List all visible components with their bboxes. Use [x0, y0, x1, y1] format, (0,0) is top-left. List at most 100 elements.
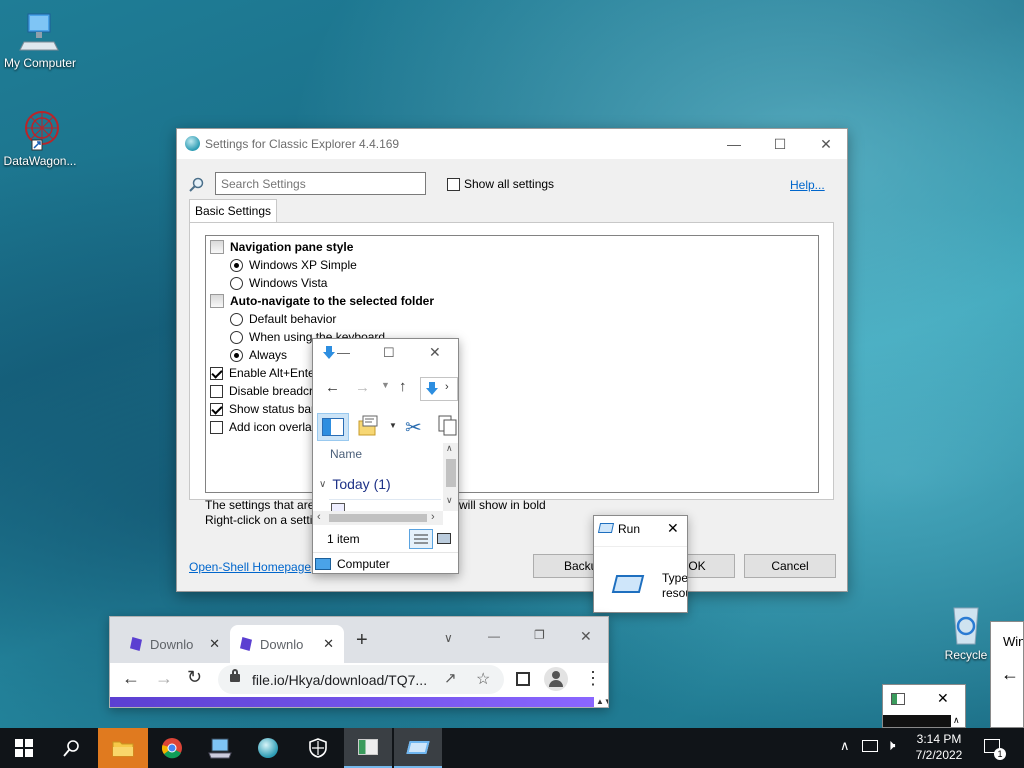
- close-button[interactable]: ✕: [429, 344, 441, 361]
- network-icon[interactable]: [862, 740, 878, 752]
- show-all-settings-checkbox[interactable]: Show all settings: [447, 177, 554, 191]
- scroll-up-icon: ∧: [446, 443, 453, 453]
- minimize-button[interactable]: —: [711, 129, 757, 159]
- location-download-icon[interactable]: ›: [420, 377, 458, 401]
- chrome-button[interactable]: [148, 728, 196, 768]
- desktop-icon-datawagon[interactable]: DataWagon...: [0, 108, 80, 168]
- group-title: Navigation pane style: [230, 240, 354, 254]
- radio-option[interactable]: Default behavior: [230, 310, 336, 328]
- checkbox-option[interactable]: Enable Alt+Ente: [210, 364, 315, 382]
- option-label: Windows Vista: [249, 276, 328, 290]
- settings-list[interactable]: Navigation pane style Windows XP Simple …: [205, 235, 819, 493]
- show-hidden-icons-chevron-icon[interactable]: ∧: [840, 738, 850, 754]
- restore-button[interactable]: ❐: [534, 628, 545, 642]
- back-arrow-icon[interactable]: ←: [1001, 664, 1019, 685]
- cancel-button[interactable]: Cancel: [744, 554, 836, 578]
- search-input[interactable]: [215, 172, 426, 195]
- group-title: Auto-navigate to the selected folder: [230, 294, 435, 308]
- navigation-pane-icon[interactable]: [317, 413, 349, 441]
- tab-close-icon[interactable]: ✕: [323, 636, 334, 652]
- page-loading-bar: [110, 697, 594, 707]
- open-shell-button[interactable]: [244, 728, 292, 768]
- security-button[interactable]: [294, 728, 342, 768]
- settings-app-button[interactable]: [344, 728, 392, 768]
- folder-icon: [112, 741, 134, 757]
- back-arrow-icon[interactable]: ←: [325, 379, 340, 396]
- vertical-scrollbar[interactable]: ∧ ∨: [443, 443, 458, 511]
- nav-item-computer[interactable]: Computer: [313, 552, 458, 573]
- file-explorer-button[interactable]: [98, 728, 148, 768]
- checkbox-option[interactable]: Disable breadcr: [210, 382, 313, 400]
- scroll-thumb[interactable]: [329, 514, 427, 522]
- remote-desktop-button[interactable]: [196, 728, 244, 768]
- share-icon[interactable]: ↗: [444, 669, 457, 687]
- close-button[interactable]: ✕: [580, 628, 592, 645]
- option-label: Disable breadcr: [229, 384, 314, 398]
- tab-basic-settings[interactable]: Basic Settings: [189, 199, 277, 222]
- chevron-down-icon[interactable]: ▼: [381, 380, 390, 390]
- shell-icon: [258, 738, 278, 758]
- column-header-name[interactable]: Name: [330, 447, 362, 461]
- explorer-titlebar[interactable]: — ☐ ✕: [313, 339, 458, 369]
- chrome-tab-active[interactable]: Downlo ✕: [230, 625, 344, 663]
- scroll-down-icon[interactable]: ▲▼: [596, 697, 608, 706]
- scroll-down-icon: ∨: [446, 495, 453, 505]
- chrome-tab[interactable]: Downlo ✕: [120, 625, 230, 663]
- new-tab-icon[interactable]: +: [356, 629, 368, 652]
- help-link[interactable]: Help...: [790, 178, 825, 192]
- checkbox-option[interactable]: Show status bar: [210, 400, 315, 418]
- tab-close-icon[interactable]: ✕: [209, 636, 220, 652]
- homepage-link[interactable]: Open-Shell Homepage: [189, 560, 311, 574]
- close-button[interactable]: ✕: [937, 690, 949, 707]
- bookmark-star-icon[interactable]: ☆: [476, 669, 490, 689]
- chrome-toolbar: ← → ↻ file.io/Hkya/download/TQ7... ↗ ☆ ⋮: [110, 663, 608, 697]
- volume-icon[interactable]: 🕨: [886, 737, 895, 754]
- run-app-button[interactable]: [394, 728, 442, 768]
- radio-option[interactable]: Always: [230, 346, 287, 364]
- desktop-icon-label: DataWagon...: [3, 154, 77, 168]
- back-arrow-icon[interactable]: ←: [122, 668, 140, 689]
- up-arrow-icon[interactable]: ↑: [399, 378, 407, 395]
- menu-kebab-icon[interactable]: ⋮: [584, 668, 602, 689]
- close-button[interactable]: ✕: [667, 520, 679, 537]
- checkbox-box: [210, 402, 223, 416]
- group-label: Today (1): [332, 476, 391, 492]
- minimize-button[interactable]: —: [337, 345, 350, 360]
- radio-option[interactable]: Windows Vista: [230, 274, 327, 292]
- horizontal-scrollbar[interactable]: ‹ ›: [313, 511, 443, 525]
- desktop-icon-my-computer[interactable]: My Computer: [0, 10, 80, 70]
- tab-search-chevron-icon[interactable]: ∨: [444, 631, 453, 645]
- properties-icon[interactable]: [357, 415, 379, 440]
- profile-avatar-icon[interactable]: [544, 667, 568, 691]
- reload-icon[interactable]: ↻: [187, 667, 202, 688]
- start-button[interactable]: [0, 728, 48, 768]
- shell-icon: [185, 136, 200, 151]
- desktop: My Computer DataWagon... Recycle Setting…: [0, 0, 1024, 728]
- checkbox-option[interactable]: Add icon overla: [210, 418, 312, 436]
- omnibox[interactable]: file.io/Hkya/download/TQ7... ↗ ☆: [218, 665, 504, 694]
- scroll-up-icon[interactable]: ∧: [953, 715, 960, 726]
- dropdown-arrow-icon[interactable]: ▼: [389, 421, 397, 430]
- forward-arrow-icon[interactable]: →: [355, 379, 370, 396]
- radio-option[interactable]: Windows XP Simple: [230, 256, 357, 274]
- settings-window-icon: [358, 739, 378, 755]
- search-icon: [63, 740, 79, 757]
- settings-titlebar[interactable]: Settings for Classic Explorer 4.4.169 — …: [177, 129, 847, 159]
- scroll-thumb[interactable]: [446, 459, 456, 487]
- run-titlebar[interactable]: Run ✕: [594, 516, 687, 542]
- large-icons-view-icon[interactable]: [437, 533, 451, 544]
- clock[interactable]: 3:14 PM 7/2/2022: [908, 732, 970, 762]
- search-button[interactable]: [48, 728, 96, 768]
- group-header-today[interactable]: ∨ Today (1): [319, 476, 391, 492]
- maximize-button[interactable]: ☐: [757, 129, 803, 159]
- details-view-icon[interactable]: [409, 529, 433, 549]
- maximize-button[interactable]: ☐: [383, 345, 395, 361]
- run-body: Type resou: [594, 546, 687, 612]
- side-panel-icon[interactable]: [516, 672, 530, 686]
- nav-item-label: Computer: [337, 556, 390, 571]
- minimize-button[interactable]: —: [488, 629, 500, 643]
- cut-icon[interactable]: ✂: [405, 415, 422, 440]
- forward-arrow-icon[interactable]: →: [155, 668, 173, 689]
- close-button[interactable]: ✕: [803, 129, 849, 159]
- copy-icon[interactable]: [438, 415, 458, 440]
